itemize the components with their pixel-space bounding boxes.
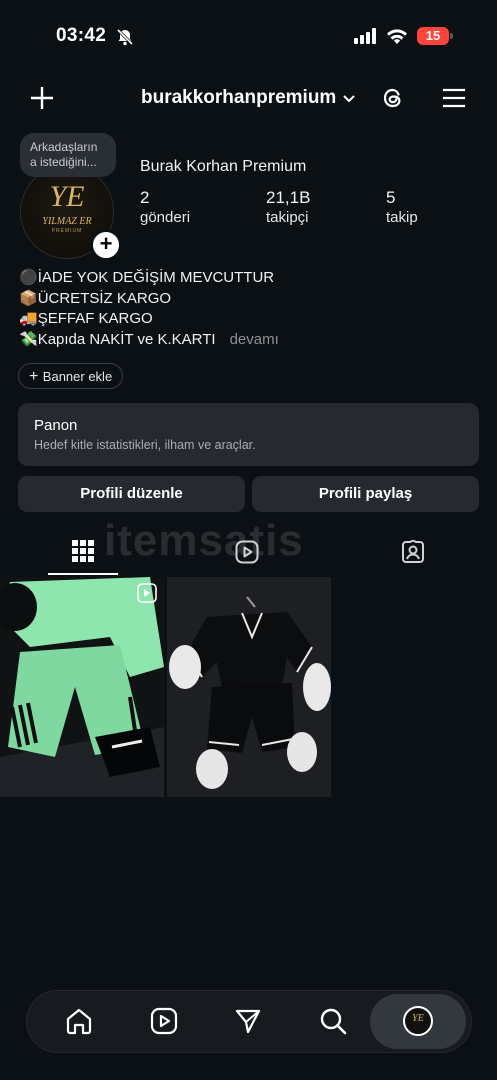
dashboard-title: Panon (34, 417, 78, 434)
bio-text: ŞEFFAF KARGO (37, 310, 153, 327)
username-switcher[interactable]: burakkorhanpremium (141, 87, 336, 109)
bio-emoji: 🚚 (19, 310, 38, 327)
grid-tab-icon[interactable] (72, 540, 94, 562)
followers-count[interactable]: 21,1B (266, 188, 310, 208)
chevron-down-icon[interactable] (342, 94, 356, 104)
battery-level: 15 (425, 28, 441, 43)
bio-more-link[interactable]: devamı (230, 331, 279, 348)
add-banner-label: Banner ekle (42, 369, 113, 384)
green-tracksuit-image (0, 577, 164, 797)
watermark: itemsatis (104, 516, 304, 565)
posts-count[interactable]: 2 (140, 188, 149, 208)
battery-cap (450, 33, 453, 39)
avatar-logo-initials: YE (49, 180, 85, 213)
search-icon[interactable] (319, 1007, 347, 1035)
bio-line: 💸Kapıda NAKİT ve K.KARTI devamı (19, 330, 279, 348)
threads-icon[interactable] (380, 85, 406, 111)
avatar-logo-name: YILMAZ ER (42, 216, 92, 227)
bio-emoji: ⚫ (19, 269, 38, 286)
status-time: 03:42 (56, 25, 107, 46)
black-tracksuit-image (167, 577, 331, 797)
posts-label[interactable]: gönderi (140, 209, 190, 226)
followers-label[interactable]: takipçi (266, 209, 309, 226)
add-banner-button[interactable]: + Banner ekle (18, 363, 124, 389)
profile-tab-avatar[interactable]: YE (403, 1006, 433, 1036)
reels-icon[interactable] (150, 1007, 178, 1035)
active-tab-indicator (48, 573, 118, 575)
signal-icon (354, 28, 376, 44)
note-bubble[interactable]: Arkadaşların a istediğini... (20, 133, 116, 177)
bio-text: İADE YOK DEĞİŞİM MEVCUTTUR (37, 269, 275, 286)
dashboard-subtitle: Hedef kitle istatistikleri, ilham ve ara… (34, 438, 256, 452)
bio-text: Kapıda NAKİT ve K.KARTI (37, 331, 216, 348)
menu-icon[interactable] (442, 88, 466, 108)
bio-line: 📦ÜCRETSİZ KARGO (19, 289, 171, 307)
add-story-plus-icon[interactable]: + (90, 229, 122, 261)
wifi-icon (387, 29, 407, 44)
silent-bell-icon (116, 28, 134, 46)
following-count[interactable]: 5 (386, 188, 395, 208)
following-label[interactable]: takip (386, 209, 418, 226)
professional-dashboard[interactable]: Panon Hedef kitle istatistikleri, ilham … (18, 403, 479, 466)
tagged-tab-icon[interactable] (401, 540, 425, 564)
post-thumbnail[interactable] (167, 577, 331, 797)
send-icon[interactable] (234, 1007, 262, 1035)
bio-line: ⚫İADE YOK DEĞİŞİM MEVCUTTUR (19, 268, 274, 286)
battery-indicator: 15 (417, 27, 449, 45)
post-thumbnail[interactable] (0, 577, 164, 797)
bio-line: 🚚ŞEFFAF KARGO (19, 309, 153, 327)
reels-tab-icon[interactable] (235, 540, 259, 564)
edit-profile-button[interactable]: Profili düzenle (18, 476, 245, 512)
share-profile-button[interactable]: Profili paylaş (252, 476, 479, 512)
bio-emoji: 📦 (19, 290, 38, 307)
create-plus-icon[interactable] (30, 86, 54, 110)
plus-icon: + (29, 368, 43, 385)
profile-tab-logo: YE (412, 1013, 424, 1024)
bio-emoji: 💸 (19, 331, 38, 348)
home-icon[interactable] (65, 1007, 93, 1035)
bio-text: ÜCRETSİZ KARGO (37, 290, 172, 307)
display-name: Burak Korhan Premium (140, 158, 307, 175)
